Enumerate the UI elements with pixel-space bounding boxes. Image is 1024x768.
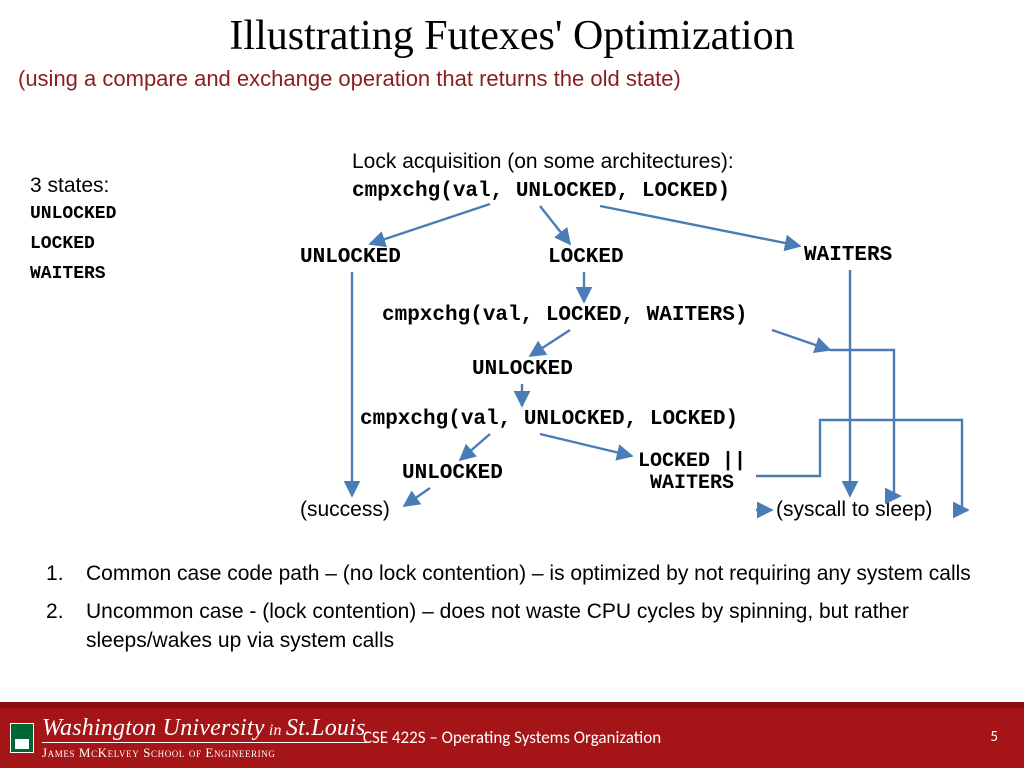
page-number: 5 — [990, 728, 998, 746]
states-heading: 3 states: — [30, 174, 109, 198]
state-waiters: WAITERS — [30, 264, 106, 284]
branch-unlocked-2: UNLOCKED — [472, 358, 573, 381]
branch-unlocked-1: UNLOCKED — [300, 246, 401, 269]
code-line-1: cmpxchg(val, UNLOCKED, LOCKED) — [352, 180, 730, 203]
syscall-label: (syscall to sleep) — [776, 498, 932, 522]
footer-bar: Washington University in St.Louis James … — [0, 702, 1024, 768]
success-label: (success) — [300, 498, 390, 522]
branch-unlocked-3: UNLOCKED — [402, 462, 503, 485]
bullet-2: Uncommon case - (lock contention) – does… — [40, 598, 994, 655]
slide-title: Illustrating Futexes' Optimization — [0, 0, 1024, 60]
state-unlocked: UNLOCKED — [30, 204, 116, 224]
code-line-3: cmpxchg(val, UNLOCKED, LOCKED) — [360, 408, 738, 431]
branch-locked-waiters-b: WAITERS — [650, 472, 734, 495]
branch-locked-waiters-a: LOCKED || — [638, 450, 746, 473]
bullet-1: Common case code path – (no lock content… — [40, 560, 994, 588]
course-label: CSE 422S – Operating Systems Organizatio… — [0, 727, 1024, 748]
branch-waiters-1: WAITERS — [804, 244, 892, 267]
acq-heading: Lock acquisition (on some architectures)… — [352, 150, 734, 174]
state-locked: LOCKED — [30, 234, 95, 254]
branch-locked-1: LOCKED — [548, 246, 624, 269]
slide-subtitle: (using a compare and exchange operation … — [0, 60, 1024, 92]
code-line-2: cmpxchg(val, LOCKED, WAITERS) — [382, 304, 747, 327]
bullet-list: Common case code path – (no lock content… — [40, 560, 994, 665]
